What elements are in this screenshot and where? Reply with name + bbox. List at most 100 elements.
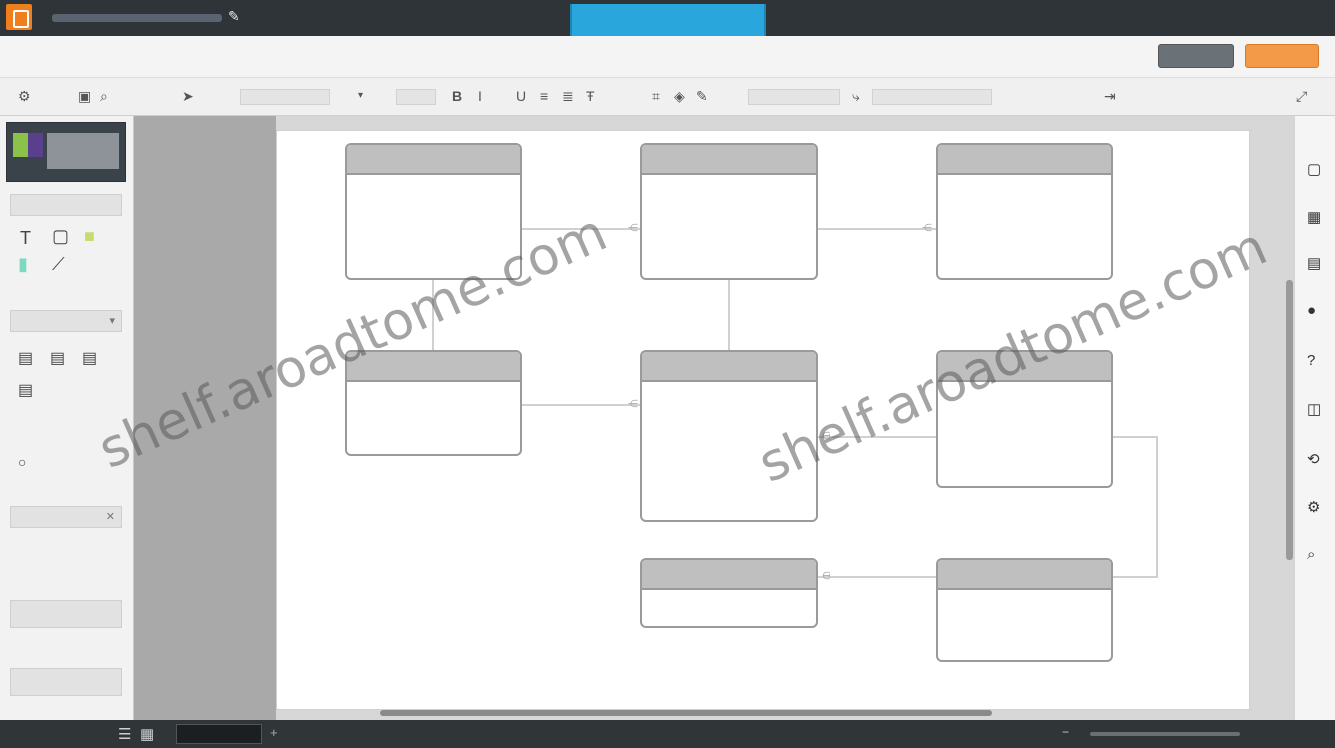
entity-shape-icon[interactable]: ▤ [82, 348, 97, 368]
pointer-icon[interactable]: ➤ [182, 86, 194, 106]
relationship-line[interactable] [521, 404, 641, 406]
entity-field[interactable] [938, 450, 1111, 484]
entity-field[interactable] [642, 416, 816, 450]
note-tool-icon[interactable]: ■ [84, 226, 95, 247]
chevron-down-icon[interactable]: ▾ [109, 314, 115, 327]
relationship-line[interactable] [521, 228, 641, 230]
shape-library-header[interactable] [10, 194, 122, 216]
help-icon[interactable]: ? [1307, 352, 1315, 369]
entity-field[interactable] [642, 243, 816, 277]
entity-table[interactable] [936, 558, 1113, 662]
entity-field[interactable] [938, 416, 1111, 450]
history-icon[interactable]: ⟲ [1307, 450, 1320, 468]
entity-field[interactable] [347, 209, 520, 243]
entity-table[interactable] [345, 350, 522, 456]
list-view-icon[interactable]: ☰ [118, 725, 131, 743]
chevron-down-icon[interactable]: ▾ [358, 86, 363, 106]
connector-icon[interactable]: ⤷ [852, 86, 860, 106]
relationship-line[interactable] [1112, 436, 1156, 438]
entity-field[interactable] [347, 382, 520, 416]
active-document-tab[interactable] [570, 4, 766, 36]
cylinder-tool-icon[interactable]: ▮ [18, 254, 28, 275]
entity-field[interactable] [938, 590, 1111, 624]
line-tool-icon[interactable]: ⟋ [52, 254, 65, 275]
relationship-line[interactable] [1156, 436, 1158, 578]
font-size-select[interactable] [396, 89, 436, 105]
entity-field[interactable] [642, 209, 816, 243]
ellipse-tool-icon[interactable]: ○ [18, 454, 26, 470]
paint-bucket-icon[interactable]: ◈ [674, 86, 685, 106]
relationship-line[interactable] [728, 280, 730, 350]
relationship-line[interactable] [817, 436, 937, 438]
vertical-scrollbar[interactable] [1286, 280, 1293, 560]
bold-icon[interactable]: B [452, 86, 462, 106]
zoom-icon[interactable]: ⌕ [100, 86, 108, 106]
entity-table[interactable] [640, 350, 818, 522]
entity-table[interactable] [640, 558, 818, 628]
entity-field[interactable] [642, 484, 816, 518]
zoom-out-icon[interactable]: − [1062, 725, 1069, 739]
entity-table[interactable] [345, 143, 522, 280]
pencil-icon[interactable]: ✎ [228, 8, 240, 25]
comment-icon[interactable]: ◫ [1307, 400, 1321, 418]
underline-icon[interactable]: U [516, 86, 526, 106]
horizontal-scrollbar[interactable] [380, 710, 992, 716]
align-center-icon[interactable]: ≣ [562, 86, 574, 106]
close-icon[interactable]: ✕ [106, 510, 115, 523]
entity-shape-icon[interactable]: ▤ [18, 380, 33, 400]
add-page-icon[interactable]: + [270, 725, 278, 740]
entity-field[interactable] [347, 416, 520, 450]
search-icon[interactable]: ⌕ [1307, 546, 1315, 563]
entity-table[interactable] [640, 143, 818, 280]
text-color-icon[interactable]: Ŧ [586, 86, 595, 106]
entity-field[interactable] [938, 209, 1111, 243]
layers-icon[interactable]: ▤ [1307, 254, 1321, 272]
more-button[interactable] [10, 668, 122, 696]
settings-icon[interactable]: ⚙ [1307, 498, 1320, 516]
gear-icon[interactable]: ⚙ [18, 86, 31, 106]
entity-table[interactable] [936, 143, 1113, 280]
line-width-select[interactable] [872, 89, 992, 105]
relationship-line[interactable] [817, 228, 937, 230]
page-thumbnail[interactable] [6, 122, 126, 182]
grid-icon[interactable]: ▦ [1307, 208, 1321, 226]
entity-library-header[interactable]: ▾ [10, 310, 122, 332]
entity-field[interactable] [642, 175, 816, 209]
entity-shape-icon[interactable]: ▤ [18, 348, 33, 368]
pen-icon[interactable]: ✎ [696, 86, 708, 106]
entity-shape-icon[interactable]: ▤ [50, 348, 65, 368]
search-shapes-header[interactable]: ✕ [10, 506, 122, 528]
entity-field[interactable] [938, 382, 1111, 416]
app-logo-icon[interactable] [6, 4, 32, 30]
text-tool-icon[interactable]: T [20, 228, 31, 249]
page-icon[interactable]: ▢ [1307, 160, 1321, 178]
entity-field[interactable] [938, 175, 1111, 209]
zoom-slider[interactable] [1090, 732, 1240, 736]
print-icon[interactable]: ▣ [78, 86, 91, 106]
page-tab[interactable] [176, 724, 262, 744]
entity-field[interactable] [347, 175, 520, 209]
share-button[interactable] [1158, 44, 1234, 68]
rectangle-tool-icon[interactable]: ▢ [52, 226, 69, 247]
grid-view-icon[interactable]: ▦ [140, 725, 154, 743]
relationship-line[interactable] [432, 280, 434, 350]
fullscreen-icon[interactable]: ⤢ [1296, 86, 1307, 106]
import-button[interactable] [10, 600, 122, 628]
font-family-select[interactable] [240, 89, 330, 105]
line-style-select[interactable] [748, 89, 840, 105]
entity-field[interactable] [938, 243, 1111, 277]
entity-table[interactable] [936, 350, 1113, 488]
italic-icon[interactable]: I [478, 86, 482, 106]
entity-field[interactable] [347, 243, 520, 277]
present-button[interactable] [1245, 44, 1319, 68]
entity-field[interactable] [642, 450, 816, 484]
arrange-icon[interactable]: ⇥ [1104, 86, 1116, 106]
align-left-icon[interactable]: ≡ [540, 86, 548, 106]
entity-field[interactable] [642, 382, 816, 416]
relationship-line[interactable] [1112, 576, 1156, 578]
crop-icon[interactable]: ⌗ [652, 86, 660, 106]
entity-field[interactable] [938, 624, 1111, 658]
relationship-line[interactable] [817, 576, 937, 578]
entity-field[interactable] [642, 590, 816, 624]
circle-icon[interactable]: ● [1307, 302, 1316, 319]
